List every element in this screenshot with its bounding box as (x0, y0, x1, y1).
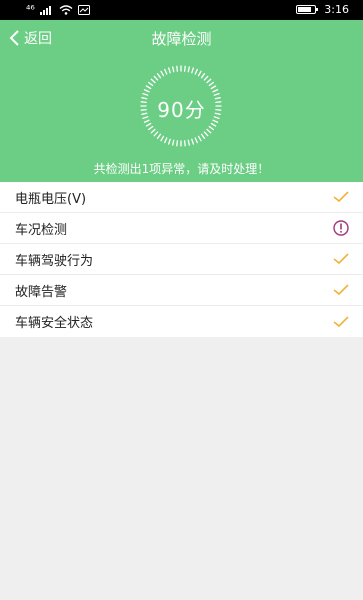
gauge-tick (197, 70, 202, 77)
gauge-tick (210, 85, 217, 90)
list-item-label: 车况检测 (15, 222, 68, 238)
gauge-tick (172, 66, 175, 73)
gauge-tick (203, 75, 209, 81)
warning-icon (333, 220, 349, 236)
wifi-icon (59, 4, 73, 15)
gauge-tick (153, 75, 159, 81)
check-icon (333, 191, 349, 203)
signal-icon (39, 5, 51, 15)
gauge-tick (187, 66, 190, 73)
status-right: 3:16 (296, 3, 349, 16)
gauge-tick (153, 131, 159, 137)
gauge-tick (184, 140, 186, 147)
gauge-tick (200, 72, 206, 79)
detection-list: 电瓶电压(V) 车况检测 车辆驾驶行为 故障告警 车辆安全状态 (0, 182, 363, 337)
gauge-tick (176, 140, 178, 147)
gauge-tick (197, 135, 202, 142)
detection-summary: 共检测出1项异常，请及时处理！ (93, 162, 270, 176)
gauge-tick (191, 138, 195, 145)
gauge-tick (156, 133, 162, 140)
gauge-tick (172, 139, 175, 146)
gauge-tick (164, 137, 168, 144)
score-value: 90分 (157, 98, 206, 122)
gauge-tick (160, 135, 165, 142)
gauge-tick (150, 78, 156, 84)
gauge-tick (203, 131, 209, 137)
gauge-tick (143, 89, 150, 93)
signal-label: ⁴⁶ (26, 3, 35, 16)
status-time: 3:16 (324, 3, 349, 16)
gauge-tick (210, 122, 217, 127)
check-icon (333, 315, 349, 327)
gauge-tick (147, 125, 154, 131)
gauge-tick (160, 70, 165, 77)
header: 返回 故障检测 90分 共检测出1项异常，请及时处理！ (0, 20, 363, 182)
gauge-tick (145, 122, 152, 127)
gauge-tick (208, 81, 215, 87)
gauge-tick (150, 128, 156, 134)
gauge-tick (147, 81, 154, 87)
gauge-tick (206, 78, 212, 84)
gauge-tick (167, 138, 171, 145)
gauge-tick (212, 89, 219, 93)
list-item-fault-alarm[interactable]: 故障告警 (0, 275, 363, 306)
list-item-label: 车辆驾驶行为 (15, 253, 94, 269)
page-title: 故障检测 (151, 30, 212, 48)
gauge-tick (184, 65, 186, 72)
gauge-tick (206, 128, 212, 134)
gauge-tick (194, 68, 198, 75)
gauge-tick (187, 139, 190, 146)
list-item-vehicle-condition[interactable]: 车况检测 (0, 213, 363, 244)
battery-icon (296, 5, 319, 14)
gauge-tick (191, 67, 195, 74)
list-item-label: 故障告警 (15, 284, 68, 300)
list-item-safety-status[interactable]: 车辆安全状态 (0, 306, 363, 337)
list-item-battery-voltage[interactable]: 电瓶电压(V) (0, 182, 363, 213)
gauge-tick (167, 67, 171, 74)
check-icon (333, 253, 349, 265)
check-icon (333, 284, 349, 296)
list-item-label: 电瓶电压(V) (15, 191, 87, 207)
gauge-tick (194, 137, 198, 144)
gauge-tick (176, 65, 178, 72)
gauge-tick (200, 133, 206, 140)
status-bar: ⁴⁶ 3:16 (0, 0, 363, 20)
gauge-tick (156, 72, 162, 79)
gauge-tick (208, 125, 215, 131)
list-item-driving-behavior[interactable]: 车辆驾驶行为 (0, 244, 363, 275)
notification-icon (77, 4, 90, 15)
list-item-label: 车辆安全状态 (15, 316, 94, 331)
gauge-tick (145, 85, 152, 90)
status-left: ⁴⁶ (26, 3, 90, 16)
gauge-tick (164, 68, 168, 75)
